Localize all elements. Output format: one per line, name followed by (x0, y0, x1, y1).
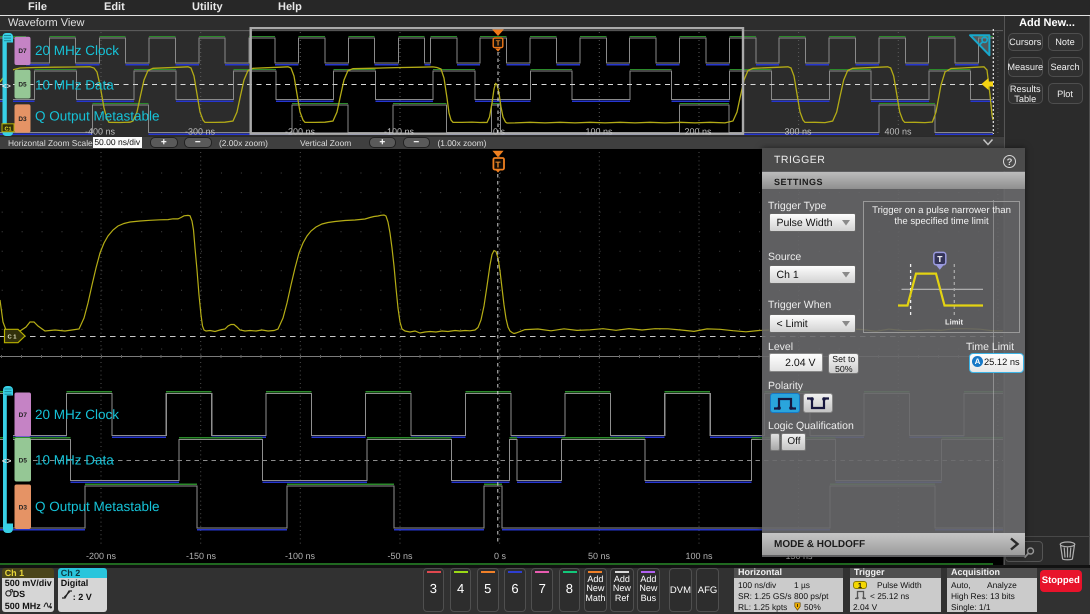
svg-text:100 ns: 100 ns (685, 551, 713, 561)
svg-text:Q Output Metastable: Q Output Metastable (35, 109, 160, 124)
svg-text:200 ns: 200 ns (684, 127, 712, 137)
svg-text:-200 ns: -200 ns (86, 551, 117, 561)
svg-text:C 1: C 1 (7, 333, 17, 340)
svg-text:D5: D5 (19, 457, 28, 464)
svg-text:Q Output Metastable: Q Output Metastable (35, 499, 160, 514)
svg-text:20 MHz Clock: 20 MHz Clock (35, 43, 119, 58)
svg-text:T: T (496, 39, 501, 48)
svg-text:Limit: Limit (945, 318, 963, 327)
svg-text:20 MHz Clock: 20 MHz Clock (35, 407, 119, 422)
svg-text:<>: <> (2, 81, 11, 90)
svg-text:0 s: 0 s (494, 551, 507, 561)
svg-text:D5: D5 (18, 81, 27, 88)
svg-text:D3: D3 (19, 504, 28, 511)
svg-text:50 ns: 50 ns (588, 551, 611, 561)
svg-text:-100 ns: -100 ns (285, 551, 316, 561)
svg-text:-200 ns: -200 ns (285, 127, 316, 137)
svg-text:-150 ns: -150 ns (186, 551, 217, 561)
svg-text:D7: D7 (19, 412, 28, 419)
svg-text:D7: D7 (18, 48, 27, 55)
svg-text:T: T (937, 254, 943, 264)
svg-text:T: T (495, 159, 501, 169)
svg-text:-300 ns: -300 ns (185, 127, 216, 137)
svg-text:300 ns: 300 ns (784, 127, 812, 137)
svg-text:D3: D3 (18, 116, 27, 123)
svg-text:10 MHz Data: 10 MHz Data (35, 453, 114, 468)
svg-text:-100 ns: -100 ns (384, 127, 415, 137)
svg-text:C1: C1 (4, 126, 11, 132)
svg-text:0 s: 0 s (493, 127, 506, 137)
svg-text:400 ns: 400 ns (884, 127, 912, 137)
svg-text:-400 ns: -400 ns (85, 127, 116, 137)
svg-text:<>: <> (2, 457, 12, 466)
svg-text:10 MHz Data: 10 MHz Data (35, 78, 114, 93)
svg-text:100 ns: 100 ns (585, 127, 613, 137)
svg-text:-50 ns: -50 ns (387, 551, 413, 561)
